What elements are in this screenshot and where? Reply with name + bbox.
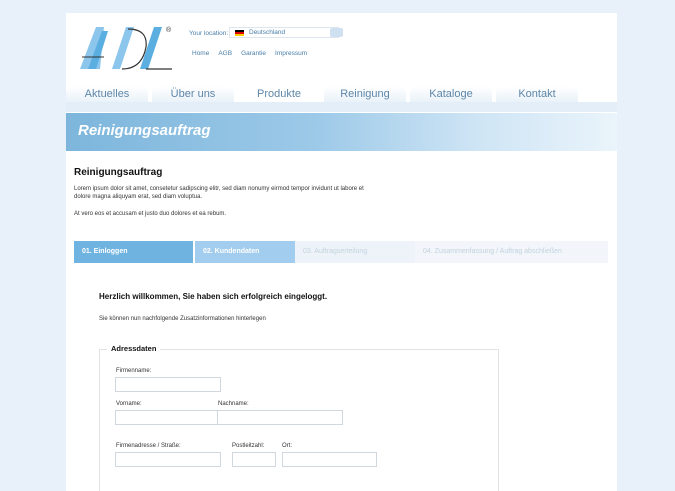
location-value: Deutschland [249, 29, 286, 36]
plz-input[interactable] [232, 452, 276, 467]
link-home[interactable]: Home [192, 50, 209, 57]
location-go-button[interactable] [330, 28, 343, 37]
step-zusammenfassung: 04. Zusammenfassung / Auftrag abschließe… [415, 241, 608, 263]
label-nachname: Nachname: [218, 401, 249, 407]
adl-logo[interactable] [78, 25, 174, 71]
strasse-input[interactable] [115, 452, 221, 467]
vorname-input[interactable] [115, 410, 221, 425]
tab-ueber-uns[interactable]: Über uns [152, 86, 234, 102]
link-impressum[interactable]: Impressum [275, 50, 307, 57]
step-einloggen[interactable]: 01. Einloggen [74, 241, 193, 263]
label-strasse: Firmenadresse / Straße: [116, 443, 181, 449]
link-garantie[interactable]: Garantie [241, 50, 266, 57]
german-flag-icon [235, 29, 244, 36]
progress-steps: 01. Einloggen 02. Kundendaten 03. Auftra… [74, 241, 608, 263]
firmenname-input[interactable] [115, 377, 221, 392]
top-links: Home AGB Garantie Impressum [192, 50, 307, 57]
location-label: Your location: [189, 30, 229, 37]
label-ort: Ort: [282, 443, 292, 449]
ort-input[interactable] [282, 452, 377, 467]
tab-kontakt[interactable]: Kontakt [496, 86, 578, 102]
banner-title: Reinigungsauftrag [78, 122, 211, 139]
intro-text: Lorem ipsum dolor sit amet, consetetur s… [74, 186, 364, 200]
main-nav: Aktuelles Über uns Produkte Reinigung Ka… [66, 83, 617, 105]
label-firmenname: Firmenname: [116, 368, 152, 374]
link-agb[interactable]: AGB [218, 50, 232, 57]
logo-graphic [80, 27, 172, 70]
page-title: Reinigungsauftrag [74, 167, 163, 178]
page-container: ® Your location: Deutschland Home AGB Ga… [66, 13, 617, 491]
tab-kataloge[interactable]: Kataloge [410, 86, 492, 102]
label-vorname: Vorname: [116, 401, 142, 407]
step-auftragserteilung: 03. Auftragserteilung [295, 241, 415, 263]
step-kundendaten[interactable]: 02. Kundendaten [195, 241, 295, 263]
intro-text-2: At vero eos et accusam et justo duo dolo… [74, 211, 227, 217]
info-text: Sie können nun nachfolgende Zusatzinform… [99, 316, 266, 322]
registered-mark: ® [166, 27, 172, 34]
nachname-input[interactable] [217, 410, 343, 425]
label-plz: Postleitzahl: [232, 443, 265, 449]
address-legend: Adressdaten [107, 344, 161, 353]
page-banner: Reinigungsauftrag [66, 113, 617, 151]
tab-aktuelles[interactable]: Aktuelles [66, 86, 148, 102]
welcome-message: Herzlich willkommen, Sie haben sich erfo… [99, 292, 328, 301]
tab-produkte[interactable]: Produkte [238, 83, 320, 102]
location-select[interactable]: Deutschland [229, 27, 339, 38]
tab-reinigung[interactable]: Reinigung [324, 86, 406, 102]
